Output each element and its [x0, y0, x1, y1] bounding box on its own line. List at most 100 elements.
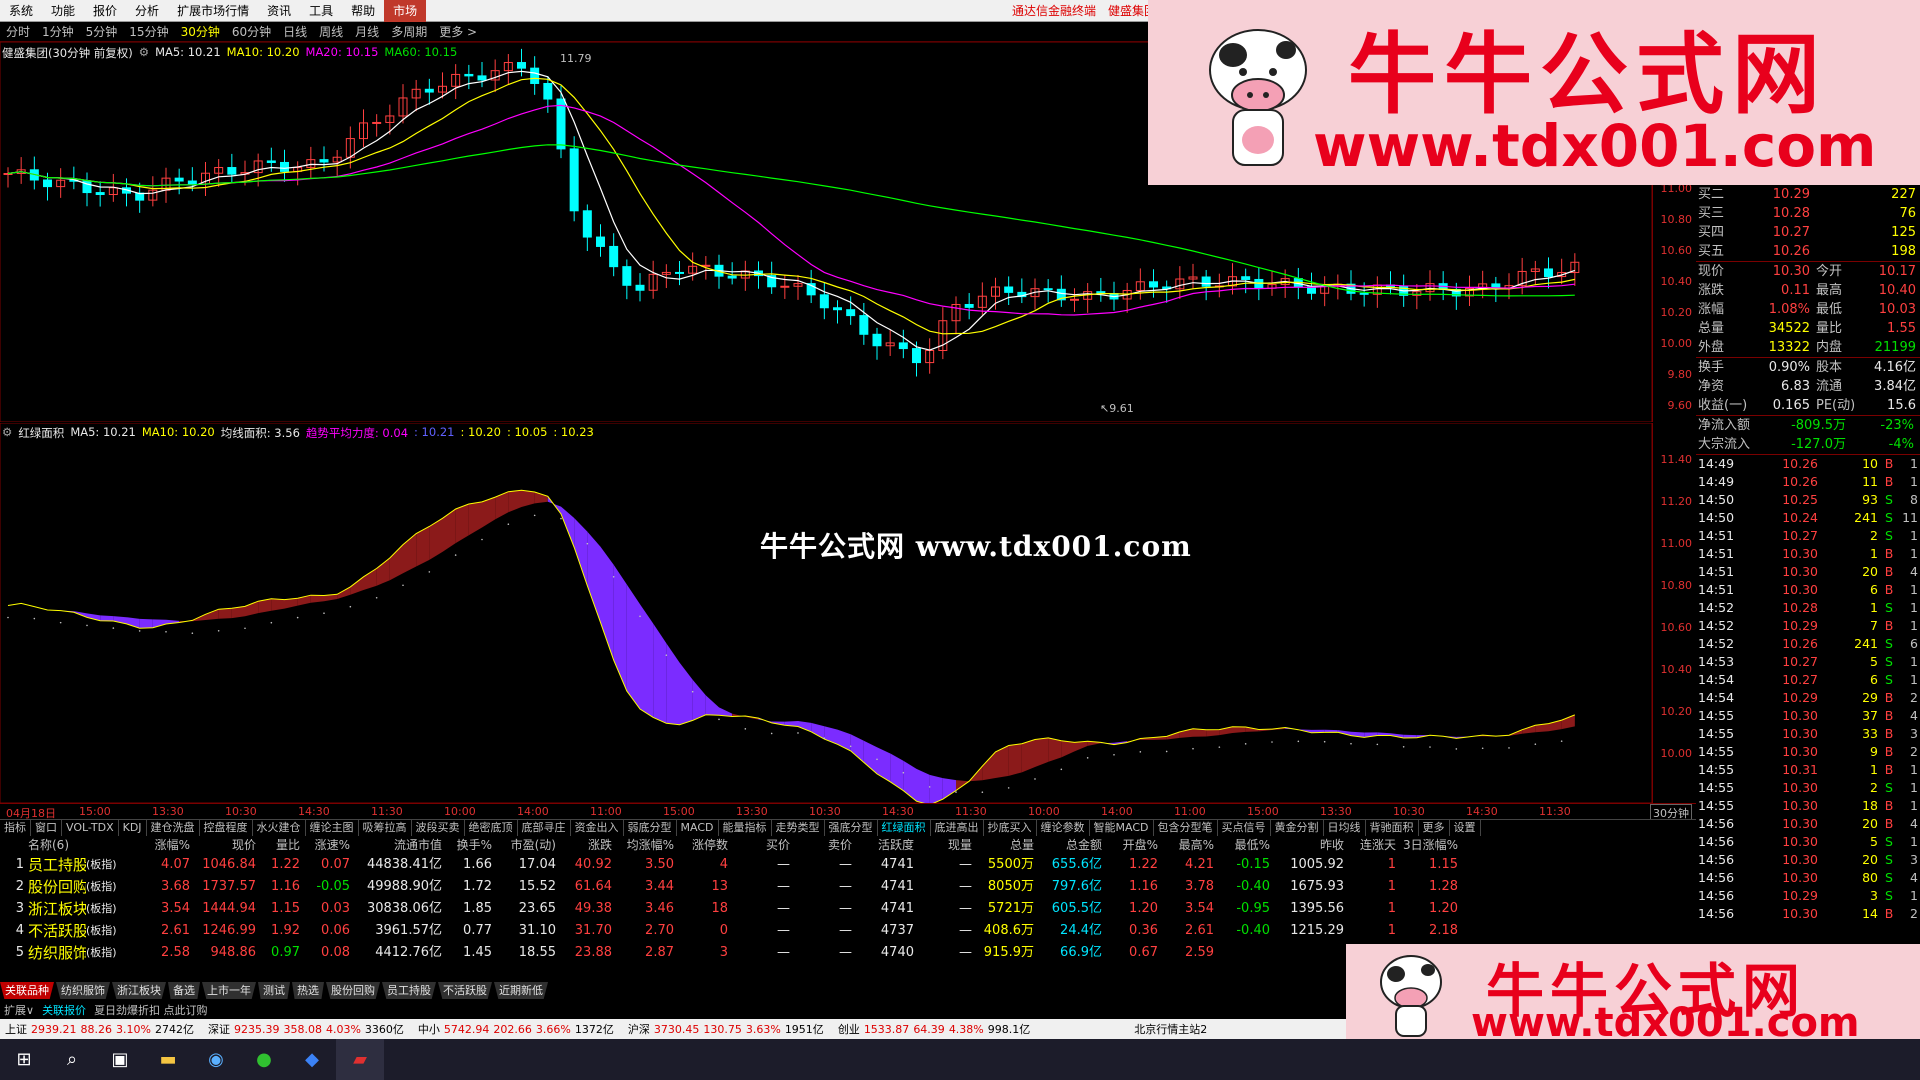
period-tab-5[interactable]: 60分钟	[226, 22, 277, 42]
indicator-tab-2[interactable]: VOL-TDX	[62, 820, 119, 836]
period-tab-3[interactable]: 15分钟	[123, 22, 174, 42]
menu-item-8[interactable]: 市场	[384, 0, 427, 22]
period-tab-2[interactable]: 5分钟	[80, 22, 124, 42]
table-header-cell[interactable]: 换手%	[446, 836, 496, 854]
status-index-3[interactable]: 沪深 3730.45 130.75 3.63% 1951亿	[623, 1021, 833, 1037]
ext-item-2[interactable]: 夏日劲爆折扣 点此订购	[90, 1002, 212, 1018]
menu-item-7[interactable]: 帮助	[342, 0, 384, 22]
indicator-tab-14[interactable]: MACD	[677, 820, 719, 836]
period-tab-0[interactable]: 分时	[0, 22, 36, 42]
indicator-tab-29[interactable]: 设置	[1450, 820, 1481, 836]
period-tab-7[interactable]: 周线	[313, 22, 349, 42]
ad-banner-top[interactable]: 牛牛公式网 www.tdx001.com	[1148, 0, 1920, 185]
table-header-cell[interactable]: 总金额	[1038, 836, 1106, 854]
table-row[interactable]: 3 浙江板块 (板指) 3.54 1444.94 1.15 0.03 30838.06亿 1.8…	[0, 898, 1696, 920]
table-row[interactable]: 1 员工持股 (板指) 4.07 1046.84 1.22 0.07 44838.41亿 1.6…	[0, 854, 1696, 876]
table-header-cell[interactable]: 开盘%	[1106, 836, 1162, 854]
block-tab-0[interactable]: 关联品种	[0, 982, 54, 999]
indicator-tab-6[interactable]: 水火建仓	[253, 820, 306, 836]
block-tab-3[interactable]: 备选	[168, 982, 200, 999]
table-row[interactable]: 4 不活跃股 (板指) 2.61 1246.99 1.92 0.06 3961.57亿 0.77…	[0, 920, 1696, 942]
table-header-cell[interactable]	[86, 836, 134, 854]
indicator-tab-7[interactable]: 缠论主图	[306, 820, 359, 836]
indicator-tab-19[interactable]: 底进高出	[931, 820, 984, 836]
menu-item-5[interactable]: 资讯	[258, 0, 300, 22]
block-tab-1[interactable]: 纺织服饰	[56, 982, 110, 999]
status-server[interactable]: 北京行情主站2	[1129, 1021, 1212, 1037]
block-tab-5[interactable]: 测试	[258, 982, 290, 999]
indicator-tab-5[interactable]: 控盘程度	[200, 820, 253, 836]
menu-item-2[interactable]: 报价	[84, 0, 126, 22]
menu-item-3[interactable]: 分析	[126, 0, 168, 22]
menu-link-0[interactable]: 通达信金融终端	[1006, 0, 1102, 22]
indicator-tab-28[interactable]: 更多	[1419, 820, 1450, 836]
menu-item-1[interactable]: 功能	[42, 0, 84, 22]
table-header-cell[interactable]: 涨停数	[678, 836, 732, 854]
indicator-tab-3[interactable]: KDJ	[119, 820, 147, 836]
tdx-app-icon[interactable]: ▰	[336, 1039, 384, 1080]
ext-item-1[interactable]: 关联报价	[38, 1002, 90, 1018]
windows-start-icon[interactable]: ⊞	[0, 1039, 48, 1080]
indicator-tab-1[interactable]: 窗口	[31, 820, 62, 836]
block-tab-7[interactable]: 股份回购	[326, 982, 380, 999]
indicator-tab-12[interactable]: 资金出入	[571, 820, 624, 836]
table-header-cell[interactable]	[0, 836, 28, 854]
block-tab-8[interactable]: 员工持股	[382, 982, 436, 999]
table-header-cell[interactable]: 现量	[918, 836, 976, 854]
block-tab-2[interactable]: 浙江板块	[112, 982, 166, 999]
table-header-cell[interactable]: 均涨幅%	[616, 836, 678, 854]
indicator-tab-10[interactable]: 绝密底顶	[465, 820, 518, 836]
status-index-1[interactable]: 深证 9235.39 358.08 4.03% 3360亿	[203, 1021, 413, 1037]
table-header-cell[interactable]: 流通市值	[354, 836, 446, 854]
ext-item-0[interactable]: 扩展∨	[0, 1002, 38, 1018]
table-header-cell[interactable]: 量比	[260, 836, 304, 854]
table-header-cell[interactable]: 买价	[732, 836, 794, 854]
period-tab-4[interactable]: 30分钟	[175, 22, 226, 42]
indicator-tab-18[interactable]: 红绿面积	[878, 820, 931, 836]
indicator-tab-8[interactable]: 吸筹拉高	[359, 820, 412, 836]
table-header-cell[interactable]: 涨速%	[304, 836, 354, 854]
indicator-tab-0[interactable]: 指标	[0, 820, 31, 836]
table-header-cell[interactable]: 名称(6)	[28, 836, 86, 854]
table-header-cell[interactable]: 最高%	[1162, 836, 1218, 854]
indicator-tab-16[interactable]: 走势类型	[772, 820, 825, 836]
table-header-cell[interactable]: 总量	[976, 836, 1038, 854]
menu-item-0[interactable]: 系统	[0, 0, 42, 22]
indicator-tab-9[interactable]: 波段买卖	[412, 820, 465, 836]
indicator-tab-13[interactable]: 弱底分型	[624, 820, 677, 836]
block-tab-6[interactable]: 热选	[292, 982, 324, 999]
menu-item-6[interactable]: 工具	[300, 0, 342, 22]
indicator-tab-11[interactable]: 底部寻庄	[518, 820, 571, 836]
period-tab-10[interactable]: 更多 >	[433, 22, 483, 42]
ad-banner-bottom[interactable]: 牛牛公式网 www.tdx001.com	[1346, 944, 1920, 1039]
folder-icon[interactable]: ▬	[144, 1039, 192, 1080]
legend-gear-icon-sub[interactable]: ⚙	[2, 425, 12, 441]
block-tab-10[interactable]: 近期新低	[494, 982, 548, 999]
indicator-tab-21[interactable]: 缠论参数	[1037, 820, 1090, 836]
table-header-cell[interactable]: 3日涨幅%	[1400, 836, 1462, 854]
search-icon[interactable]: ⌕	[48, 1039, 96, 1080]
legend-gear-icon[interactable]: ⚙	[139, 45, 149, 61]
table-header-cell[interactable]: 涨幅%	[134, 836, 194, 854]
indicator-tab-23[interactable]: 包含分型笔	[1154, 820, 1218, 836]
browser-icon[interactable]: ◉	[192, 1039, 240, 1080]
indicator-tab-22[interactable]: 智能MACD	[1090, 820, 1154, 836]
app-green-icon[interactable]: ●	[240, 1039, 288, 1080]
block-tab-4[interactable]: 上市一年	[202, 982, 256, 999]
red-green-area-indicator[interactable]	[0, 423, 1652, 803]
period-tab-9[interactable]: 多周期	[385, 22, 433, 42]
indicator-tab-17[interactable]: 强底分型	[825, 820, 878, 836]
table-header-cell[interactable]: 卖价	[794, 836, 856, 854]
indicator-tab-25[interactable]: 黄金分割	[1271, 820, 1324, 836]
indicator-tab-27[interactable]: 背驰面积	[1366, 820, 1419, 836]
indicator-tab-26[interactable]: 日均线	[1324, 820, 1366, 836]
indicator-tab-4[interactable]: 建仓洗盘	[147, 820, 200, 836]
block-tab-9[interactable]: 不活跃股	[438, 982, 492, 999]
table-header-cell[interactable]: 市盈(动)	[496, 836, 560, 854]
indicator-tab-24[interactable]: 买点信号	[1218, 820, 1271, 836]
table-header-cell[interactable]: 活跃度	[856, 836, 918, 854]
status-index-0[interactable]: 上证 2939.21 88.26 3.10% 2742亿	[0, 1021, 203, 1037]
app-blue-icon[interactable]: ◆	[288, 1039, 336, 1080]
period-tab-6[interactable]: 日线	[277, 22, 313, 42]
status-index-4[interactable]: 创业 1533.87 64.39 4.38% 998.1亿	[833, 1021, 1039, 1037]
